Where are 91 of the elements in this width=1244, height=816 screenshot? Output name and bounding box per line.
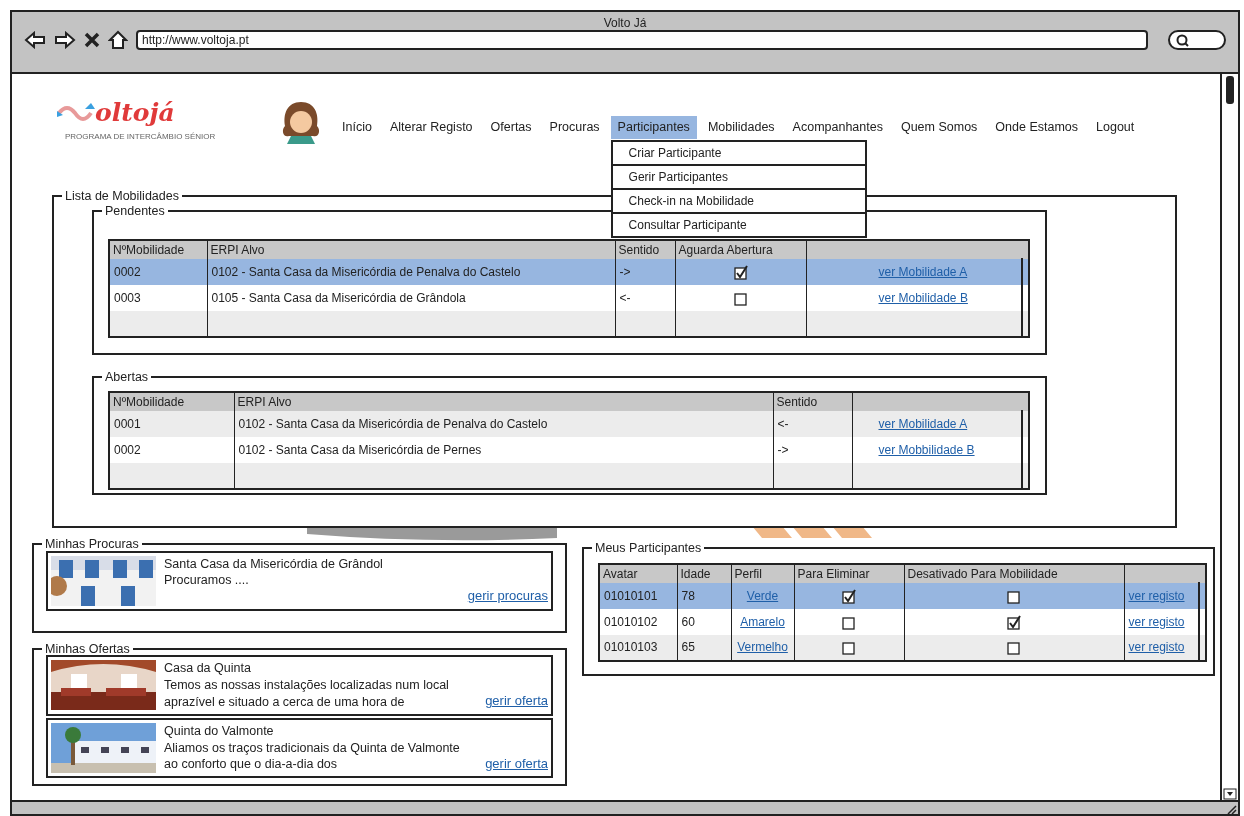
- card-text: Procuramos ....: [164, 572, 250, 590]
- menu-item[interactable]: Consultar Participante: [612, 214, 865, 236]
- checkbox[interactable]: [733, 265, 748, 281]
- column-header: Sentido: [615, 240, 675, 259]
- checkbox[interactable]: [733, 291, 748, 307]
- link[interactable]: ver Mobilidade B: [878, 291, 968, 305]
- table-scrollbar[interactable]: [1021, 258, 1024, 336]
- group-title: Minhas Procuras: [44, 538, 140, 551]
- url-field[interactable]: http://www.voltoja.pt: [136, 30, 1148, 50]
- scrollbar-thumb[interactable]: [1226, 76, 1234, 104]
- search-icon: [1176, 33, 1189, 47]
- close-icon[interactable]: [84, 32, 100, 48]
- forward-icon[interactable]: [54, 31, 76, 49]
- group-title: Lista de Mobilidades: [64, 190, 180, 203]
- table-cell: 60: [681, 614, 695, 629]
- group-title: Meus Participantes: [594, 542, 703, 555]
- nav-link[interactable]: Onde Estamos: [988, 116, 1086, 139]
- link[interactable]: Amarelo: [740, 614, 785, 629]
- menu-item[interactable]: Gerir Participantes: [612, 166, 865, 190]
- nav-link[interactable]: Mobilidades: [700, 116, 782, 139]
- table-cell: 0002: [114, 443, 141, 457]
- checkbox[interactable]: [842, 640, 856, 656]
- logo-tagline: PROGRAMA DE INTERCÂMBIO SÉNIOR: [65, 131, 217, 143]
- table-cell: 78: [681, 588, 695, 603]
- scrollbar[interactable]: [1220, 74, 1238, 800]
- column-header: Aguarda Abertura: [675, 240, 806, 259]
- column-header: Idade: [677, 563, 731, 583]
- nav-link[interactable]: Participantes: [610, 116, 697, 139]
- card-text: Temos as nossas instalações localizadas num local aprazível e situado a cerca de uma hora de: [164, 676, 450, 711]
- table-row[interactable]: 0003 0105 - Santa Casa da Misericórdia de Grândola <- ver Mobilidade B: [109, 285, 1029, 311]
- table-cell: ->: [619, 265, 631, 279]
- table-cell: 01010102: [604, 614, 658, 629]
- column-header: Sentido: [773, 392, 852, 411]
- column-header: ERPI Alvo: [234, 392, 773, 411]
- table-row[interactable]: 01010101 78 Verde ver registo: [599, 582, 1206, 609]
- nav-link[interactable]: Acompanhantes: [785, 116, 890, 139]
- table-cell: 0102 - Santa Casa da Misericórdia de Penalva do Castelo: [211, 265, 521, 279]
- link[interactable]: ver registo: [1128, 614, 1185, 629]
- nav-link[interactable]: Procuras: [542, 116, 607, 139]
- table-cell: 65: [681, 640, 695, 654]
- table-cell: 0102 - Santa Casa da Misericórdia de Penalva do Castelo: [238, 417, 548, 431]
- card-title: Santa Casa da Misericórdia de Grândol: [164, 555, 384, 573]
- card-title: Casa da Quinta: [164, 660, 252, 677]
- checkbox[interactable]: [842, 588, 856, 604]
- nav-link[interactable]: Ofertas: [483, 116, 539, 139]
- table-cell: <-: [619, 291, 631, 305]
- group-title: Minhas Ofertas: [44, 642, 131, 655]
- window-title: Volto Já: [602, 15, 648, 30]
- back-icon[interactable]: [24, 31, 46, 49]
- card-text: Aliamos os traços tradicionais da Quinta de Valmonte ao conforto que o dia-a-dia dos: [164, 739, 461, 774]
- checkbox[interactable]: [842, 614, 856, 630]
- link[interactable]: gerir oferta: [485, 753, 548, 774]
- table-cell: 01010101: [604, 588, 658, 603]
- table-cell: 0002: [114, 265, 141, 279]
- column-header: Avatar: [599, 563, 677, 583]
- nav-link[interactable]: Logout: [1089, 116, 1142, 139]
- card-title: Quinta do Valmonte: [164, 722, 275, 740]
- table-cell: ->: [777, 443, 789, 457]
- menu-item[interactable]: Criar Participante: [612, 142, 865, 166]
- table-scrollbar[interactable]: [1198, 581, 1201, 660]
- table-cell: 0102 - Santa Casa da Misericórdia de Pernes: [238, 443, 482, 457]
- column-header: ERPI Alvo: [207, 240, 615, 259]
- home-icon[interactable]: [108, 30, 128, 50]
- column-header: Perfil: [731, 563, 794, 583]
- link[interactable]: ver Mobbilidade B: [878, 443, 975, 457]
- link[interactable]: gerir procuras: [467, 586, 548, 606]
- table-scrollbar[interactable]: [1021, 410, 1024, 488]
- checkbox[interactable]: [1007, 588, 1021, 604]
- group-title: Pendentes: [104, 204, 166, 217]
- column-header: NºMobilidade: [109, 240, 207, 259]
- search-field[interactable]: [1168, 30, 1226, 50]
- table-cell: 0003: [114, 291, 141, 305]
- column-header: Para Eliminar: [794, 563, 904, 583]
- column-header: NºMobilidade: [109, 392, 234, 411]
- table-cell: 0001: [114, 417, 141, 431]
- logo-text: oltojá: [95, 100, 175, 125]
- table-cell: 0105 - Santa Casa da Misericórdia de Grândola: [211, 291, 466, 305]
- table-row[interactable]: 01010103 65 Vermelho ver registo: [599, 634, 1206, 661]
- checkbox[interactable]: [1007, 614, 1021, 630]
- nav-link[interactable]: Alterar Registo: [382, 116, 480, 139]
- menu-item[interactable]: Check-in na Mobilidade: [612, 190, 865, 214]
- link[interactable]: gerir oferta: [485, 691, 548, 711]
- table-row[interactable]: 0002 0102 - Santa Casa da Misericórdia de Penalva do Castelo -> ver Mobilidade A: [109, 259, 1029, 285]
- table-cell: 01010103: [604, 640, 658, 654]
- nav-link[interactable]: Início: [335, 116, 379, 139]
- table-row[interactable]: 01010102 60 Amarelo ver registo: [599, 608, 1206, 635]
- nav-link[interactable]: Quem Somos: [893, 116, 985, 139]
- column-header: Desativado Para Mobilidade: [904, 563, 1124, 583]
- group-title: Abertas: [104, 370, 150, 383]
- table-cell: <-: [777, 417, 789, 431]
- checkbox[interactable]: [1007, 640, 1021, 656]
